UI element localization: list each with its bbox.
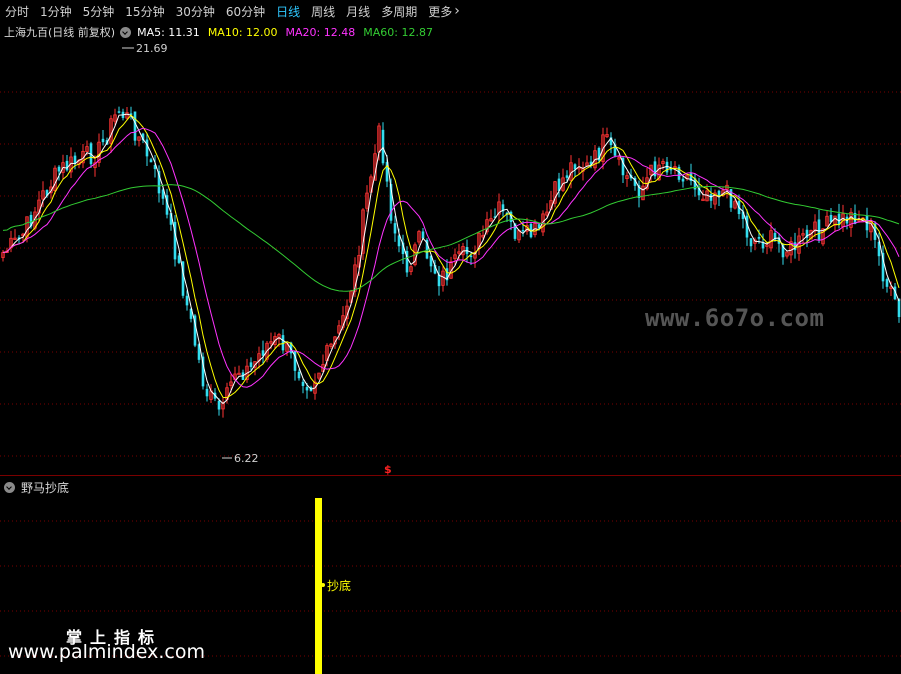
candle-body	[305, 387, 309, 391]
candle-body	[749, 238, 753, 247]
candle-body	[885, 279, 889, 287]
signal-label: 抄底	[327, 579, 352, 593]
timeframe-tab-10[interactable]: 更多	[423, 3, 458, 20]
signal-dot	[321, 583, 325, 587]
signal-bar	[315, 498, 322, 674]
brand-url: www.palmindex.com	[8, 641, 206, 663]
low-price-label: 6.22	[234, 452, 259, 465]
ma10-line	[2, 114, 900, 399]
candle-body	[817, 219, 821, 241]
stock-title: 上海九百(日线 前复权)	[4, 26, 116, 39]
candle-body	[297, 371, 301, 379]
timeframe-tab-5[interactable]: 60分钟	[221, 3, 271, 20]
timeframe-tab-0[interactable]: 分时	[0, 3, 35, 20]
timeframe-tab-7[interactable]: 周线	[306, 3, 341, 20]
candle-body	[381, 129, 385, 164]
timeframe-tab-2[interactable]: 5分钟	[78, 3, 121, 20]
ma-legend: MA5: 11.31 MA10: 12.00 MA20: 12.48 MA60: 12…	[137, 26, 441, 39]
chevron-right-icon[interactable]: ›	[454, 3, 460, 19]
timeframe-tab-4[interactable]: 30分钟	[171, 3, 221, 20]
timeframe-tab-6[interactable]: 日线	[271, 3, 306, 20]
candle-body	[757, 236, 761, 239]
price-chart[interactable]	[0, 40, 901, 475]
candle-body	[117, 111, 121, 113]
candle-body	[249, 362, 253, 367]
candle-body	[897, 298, 901, 317]
candle-body	[149, 159, 153, 163]
candle-body	[393, 223, 397, 234]
timeframe-toolbar: 分时 1分钟 5分钟 15分钟 30分钟 60分钟 日线 周线 月线 多周期 更多 ›	[0, 0, 901, 22]
ma-legend-item-1: MA10: 12.00	[207, 25, 278, 39]
timeframe-tab-8[interactable]: 月线	[341, 3, 376, 20]
ma-legend-item-2: MA20: 12.48	[285, 25, 356, 39]
candle-body	[65, 160, 69, 171]
candle-body	[421, 231, 425, 239]
chart-info-bar: 上海九百(日线 前复权) MA5: 11.31 MA10: 12.00 MA20: …	[0, 24, 441, 40]
candle-body	[301, 381, 305, 386]
candle-body	[185, 295, 189, 306]
candle-body	[205, 388, 209, 397]
timeframe-tab-9[interactable]: 多周期	[376, 3, 423, 20]
ma-legend-item-0: MA5: 11.31	[137, 25, 200, 39]
timeframe-tab-1[interactable]: 1分钟	[35, 3, 78, 20]
high-price-label: 21.69	[136, 42, 168, 55]
candle-body	[133, 111, 137, 141]
chevron-down-icon[interactable]	[120, 26, 132, 38]
candle-body	[217, 400, 221, 410]
ma-legend-item-3: MA60: 12.87	[363, 25, 433, 39]
watermark: www.6o7o.com	[645, 304, 825, 332]
candle-body	[101, 138, 105, 143]
candle-body	[145, 139, 149, 157]
candle-body	[681, 178, 685, 182]
candle-body	[469, 255, 473, 258]
timeframe-tab-3[interactable]: 15分钟	[120, 3, 170, 20]
candle-body	[521, 229, 525, 232]
candle-body	[565, 175, 569, 178]
candle-body	[57, 166, 61, 172]
